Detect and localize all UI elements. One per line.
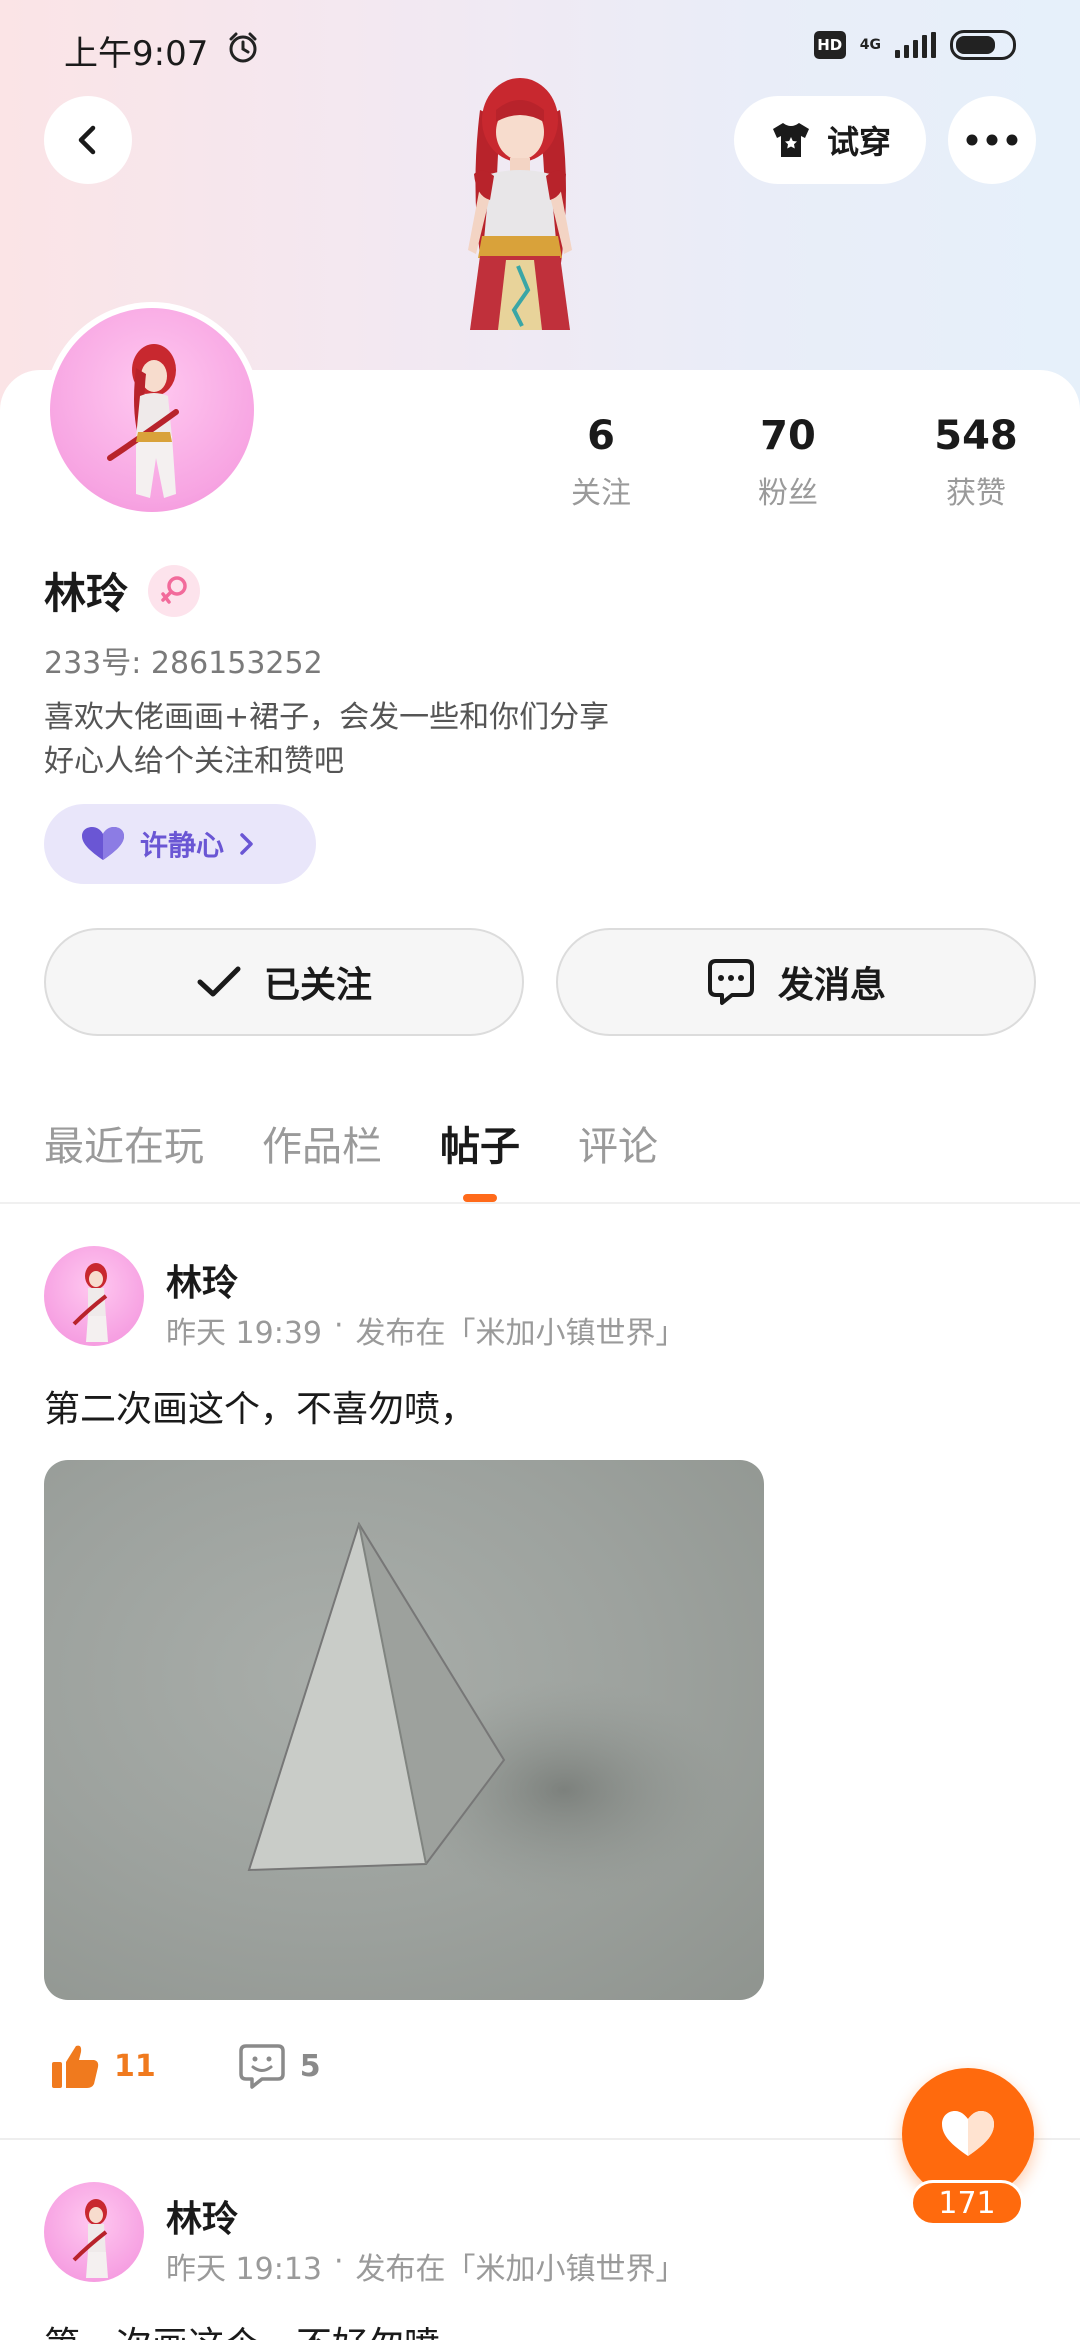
post-text: 第二次画这个，不喜勿喷， [44,1389,477,1430]
checkmark-icon [197,966,241,997]
female-gender-icon [148,564,201,617]
status-time: 上午9:07 [64,33,209,74]
floating-like-count: 171 [910,2180,1024,2226]
post-location[interactable]: 发布在「米加小镇世界」 [356,1308,686,1352]
avatar-character-image [107,344,179,498]
more-options-button[interactable] [948,96,1036,184]
stat-likes[interactable]: 548 获赞 [896,410,1056,512]
post-meta: 昨天 19:13 · 发布在「米加小镇世界」 [166,2244,686,2288]
guild-label: 许静心 [140,829,225,862]
back-arrow-icon [78,125,96,155]
send-message-label: 发消息 [777,965,886,1006]
tab-posts[interactable]: 帖子 [440,1114,520,1202]
post-text: 第一次画这个，不好勿喷 [44,2316,440,2340]
profile-name-row: 林玲 [44,560,201,621]
followers-label: 粉丝 [758,476,818,511]
post-author-name[interactable]: 林玲 [166,1254,238,1306]
post-meta: 昨天 19:39 · 发布在「米加小镇世界」 [166,1308,686,1352]
chevron-right-icon [240,833,253,855]
tab-works[interactable]: 作品栏 [262,1114,382,1172]
guild-badge-button[interactable]: 许静心 [44,804,316,884]
character-figure-image [468,78,572,330]
followers-count: 70 [760,413,816,459]
chat-bubble-icon [707,959,754,1005]
tab-posts-label: 帖子 [440,1124,520,1170]
shirt-icon [772,123,809,157]
tabs-divider [0,1202,1080,1204]
profile-bio: 喜欢大佬画画+裙子，会发一些和你们分享 好心人给个关注和赞吧 [44,696,609,784]
signal-icon [895,32,936,58]
bio-line-1: 喜欢大佬画画+裙子，会发一些和你们分享 [44,700,610,735]
thumbs-up-icon [52,2045,99,2088]
stat-following[interactable]: 6 关注 [521,410,681,512]
post-author-avatar[interactable] [44,1246,144,1346]
active-tab-indicator [463,1194,497,1202]
back-button[interactable] [44,96,132,184]
followed-label: 已关注 [263,965,372,1006]
meta-separator: · [334,2244,344,2279]
post-time: 昨天 19:13 [166,2252,322,2287]
post-time: 昨天 19:39 [166,1316,322,1351]
heart-icon [942,2111,994,2156]
meta-separator: · [334,1308,344,1343]
tab-recently-played[interactable]: 最近在玩 [44,1114,204,1172]
post-image-pyramid-drawing[interactable] [44,1460,764,2000]
profile-avatar[interactable] [44,302,260,518]
bio-line-2: 好心人给个关注和赞吧 [44,744,344,779]
likes-received-count: 548 [934,413,1018,459]
try-on-label: 试穿 [826,123,891,161]
following-label: 关注 [571,476,631,511]
likes-received-label: 获赞 [946,476,1006,511]
try-on-button[interactable]: 试穿 [734,96,926,184]
alarm-icon [226,31,260,69]
tab-comments[interactable]: 评论 [578,1114,658,1172]
like-button[interactable]: 11 [50,2042,156,2090]
post-actions: 11 5 [50,2042,321,2090]
post-author-avatar[interactable] [44,2182,144,2282]
more-dots-icon [966,134,1018,146]
following-count: 6 [587,413,615,459]
profile-name: 林玲 [44,569,129,618]
comment-smile-icon [239,2044,285,2089]
stat-followers[interactable]: 70 粉丝 [708,410,868,512]
hd-badge: HD [813,31,846,59]
battery-icon [950,30,1016,60]
user-id: 233号: 286153252 [44,646,323,681]
post-author-name[interactable]: 林玲 [166,2190,238,2242]
post-location[interactable]: 发布在「米加小镇世界」 [356,2244,686,2288]
profile-tabs: 最近在玩 作品栏 帖子 评论 [44,1114,658,1202]
comment-button[interactable]: 5 [238,2042,321,2090]
heart-badge-icon [82,827,124,860]
comment-count: 5 [299,2048,321,2084]
like-count: 11 [114,2048,156,2084]
followed-button[interactable]: 已关注 [44,928,524,1036]
network-indicator: 4G [859,37,881,53]
send-message-button[interactable]: 发消息 [556,928,1036,1036]
